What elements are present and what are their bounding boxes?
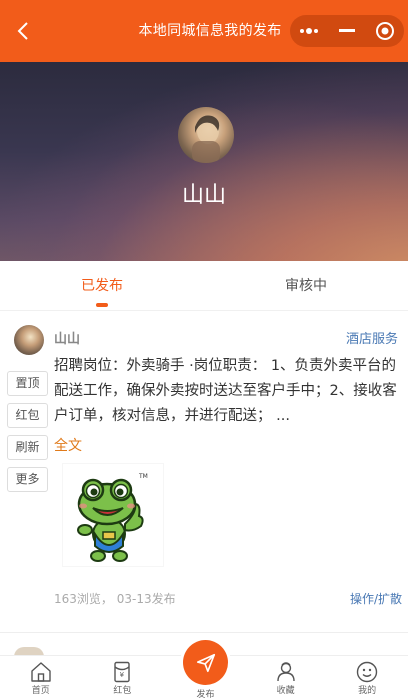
smiley-profile-icon <box>356 661 378 683</box>
pin-top-button[interactable]: 置顶 <box>7 371 48 396</box>
tab-under-review[interactable]: 审核中 <box>204 261 408 310</box>
profile-avatar[interactable] <box>178 107 234 163</box>
more-dots-icon <box>300 28 318 34</box>
post-status-tabs: 已发布 审核中 <box>0 261 408 311</box>
mini-program-capsule <box>290 15 404 47</box>
active-tab-indicator <box>96 303 108 307</box>
svg-text:TM: TM <box>138 473 148 480</box>
close-target-icon <box>376 22 394 40</box>
minimize-button[interactable] <box>328 15 366 47</box>
operate-spread-link[interactable]: 操作/扩散 <box>350 590 402 607</box>
post-divider <box>0 632 408 633</box>
post-image-frog-mascot[interactable]: TM <box>62 463 164 567</box>
nav-mine[interactable]: 我的 <box>326 656 408 699</box>
post-action-buttons: 置顶 红包 刷新 更多 <box>7 371 49 499</box>
post-category-link[interactable]: 酒店服务 <box>346 328 398 347</box>
tab-under-review-label: 审核中 <box>285 278 327 294</box>
top-bar: 本地同城信息我的发布 <box>0 0 408 62</box>
nav-red-packet[interactable]: ¥ 红包 <box>82 656 164 699</box>
favorites-icon <box>276 662 295 682</box>
post-card: 山山 酒店服务 置顶 红包 刷新 更多 招聘岗位：外卖骑手 ·岗位职责： 1、负… <box>0 312 408 632</box>
home-icon <box>31 662 51 682</box>
nav-home-label: 首页 <box>31 686 50 696</box>
nav-publish-label: 发布 <box>196 690 215 699</box>
post-stats: 163浏览， 03-13发布 <box>54 592 176 606</box>
profile-banner: 山山 <box>0 62 408 261</box>
svg-text:¥: ¥ <box>120 671 125 679</box>
tab-published[interactable]: 已发布 <box>0 261 204 310</box>
my-posts-page: 本地同城信息我的发布 山山 已发布 审核中 山山 酒店服务 置顶 红包 刷新 更… <box>0 0 408 699</box>
more-actions-button[interactable]: 更多 <box>7 467 48 492</box>
nav-favorites-label: 收藏 <box>276 686 295 696</box>
moon-icon <box>259 121 264 131</box>
minimize-icon <box>339 29 355 32</box>
post-author-name: 山山 <box>54 332 81 347</box>
paper-plane-icon <box>196 653 215 672</box>
nav-favorites[interactable]: 收藏 <box>245 656 327 699</box>
post-author-avatar[interactable] <box>14 325 44 355</box>
red-packet-icon: ¥ <box>114 661 131 683</box>
back-button[interactable] <box>8 16 38 46</box>
close-button[interactable] <box>366 15 404 47</box>
post-content: 招聘岗位：外卖骑手 ·岗位职责： 1、负责外卖平台的配送工作，确保外卖按时送达至… <box>54 358 397 424</box>
tab-published-label: 已发布 <box>81 278 123 294</box>
nav-home[interactable]: 首页 <box>0 656 82 699</box>
nav-red-packet-label: 红包 <box>113 686 132 696</box>
chevron-left-icon <box>17 22 28 40</box>
profile-name: 山山 <box>181 183 226 208</box>
red-packet-button[interactable]: 红包 <box>7 403 48 428</box>
page-title: 本地同城信息我的发布 <box>138 23 282 39</box>
refresh-button[interactable]: 刷新 <box>7 435 48 460</box>
publish-button[interactable] <box>183 640 228 685</box>
full-text-link[interactable]: 全文 <box>54 435 82 455</box>
nav-mine-label: 我的 <box>358 686 377 696</box>
more-button[interactable] <box>290 15 328 47</box>
